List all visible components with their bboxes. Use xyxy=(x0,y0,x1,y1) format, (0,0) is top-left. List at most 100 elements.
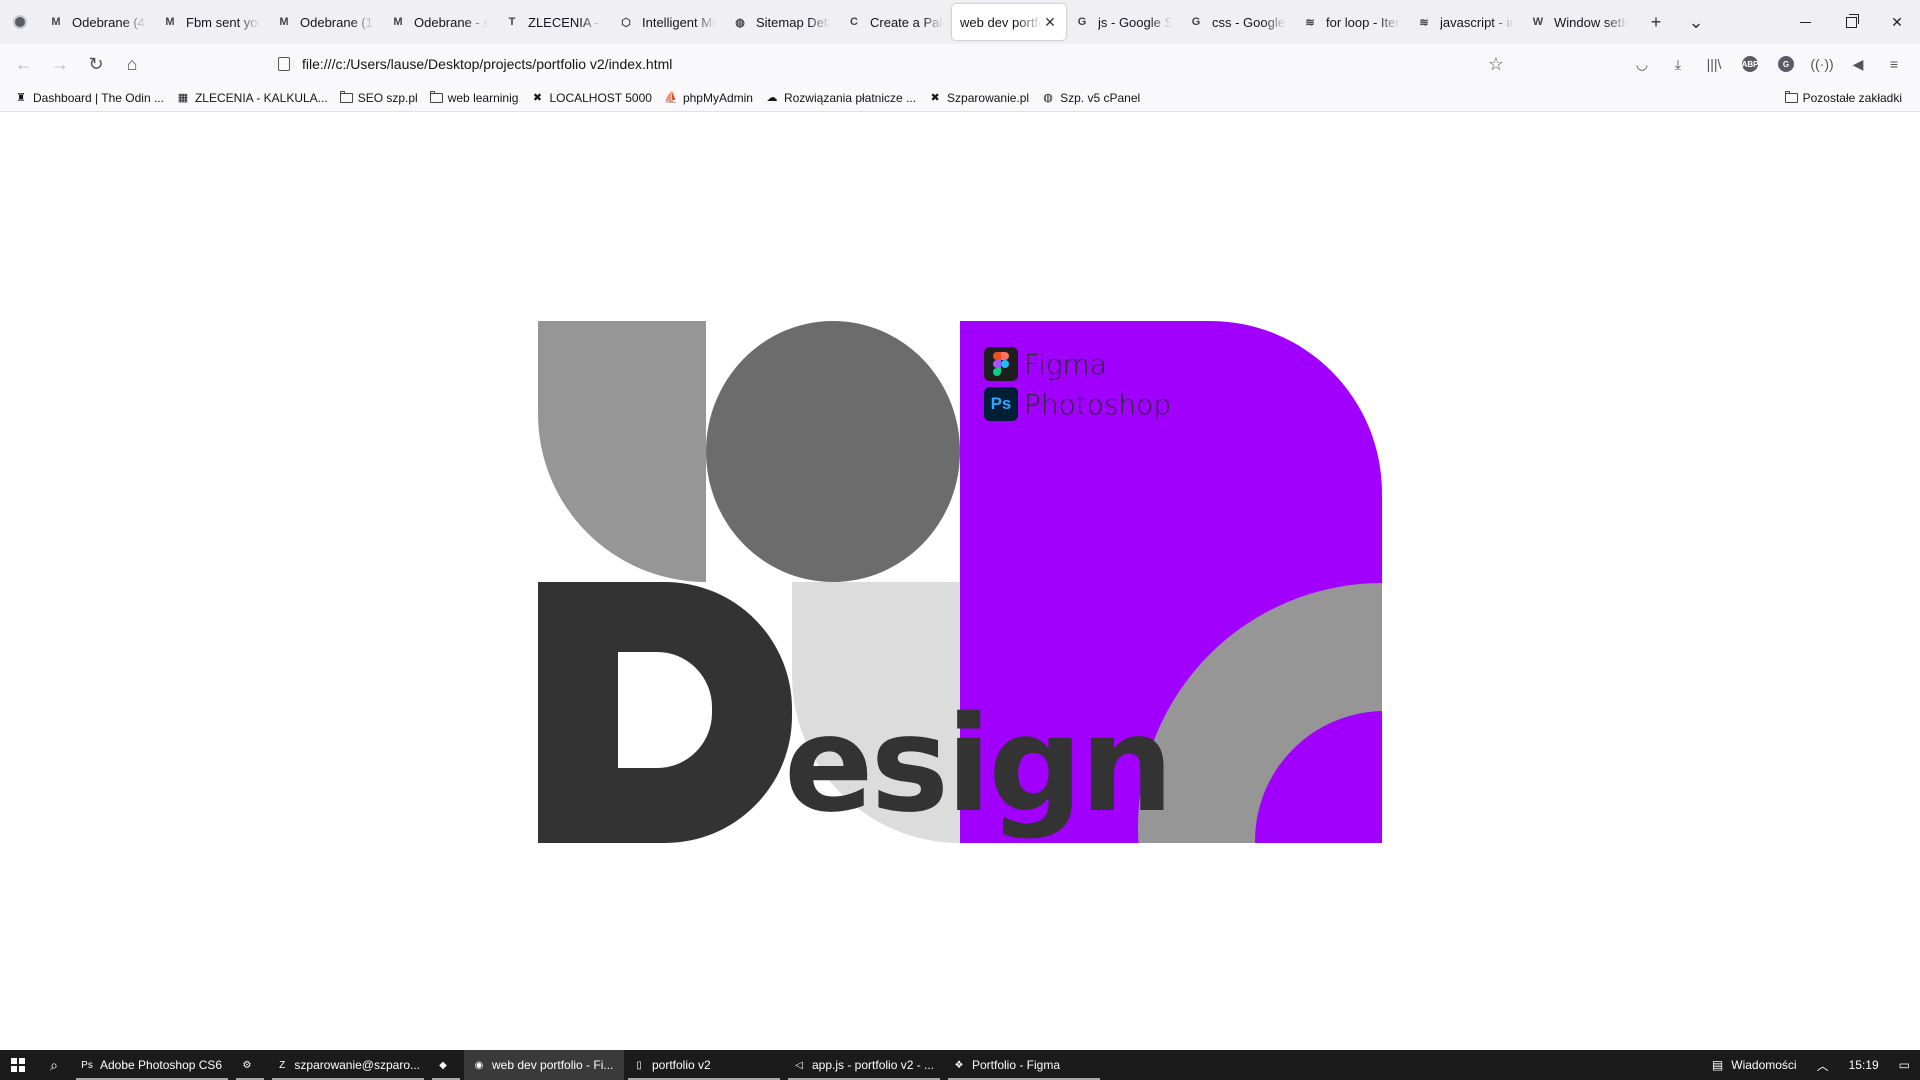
tab-favicon-icon: W xyxy=(1532,16,1544,28)
bookmark-star-button[interactable]: ☆ xyxy=(1478,54,1514,75)
tab[interactable]: ≋ for loop - Iter xyxy=(1294,4,1408,40)
tab[interactable]: ◍ Sitemap Deta xyxy=(724,4,838,40)
photoshop-icon: Ps xyxy=(81,1059,93,1071)
tab[interactable]: M Fbm sent you xyxy=(154,4,268,40)
close-window-button[interactable]: ✕ xyxy=(1874,0,1920,44)
pocket-button[interactable]: ◡ xyxy=(1624,46,1660,82)
tab[interactable]: ⬡ Intelligent Mo xyxy=(610,4,724,40)
app-menu-button[interactable]: ≡ xyxy=(1876,46,1912,82)
tab-title: Odebrane (4) xyxy=(72,14,146,30)
bookmark-item[interactable]: ✖ LOCALHOST 5000 xyxy=(524,86,658,110)
bookmark-label: Rozwiązania płatnicze ... xyxy=(783,90,917,105)
extensions-button[interactable]: ◀ xyxy=(1840,46,1876,82)
tool-label: Figma xyxy=(1024,347,1108,381)
tab-favicon-icon: M xyxy=(51,16,61,28)
search-button[interactable]: ⌕ xyxy=(36,1057,72,1074)
bookmark-item[interactable]: SEO szp.pl xyxy=(334,86,424,110)
home-button[interactable]: ⌂ xyxy=(114,46,150,82)
taskbar-item[interactable]: Ps Adobe Photoshop CS6 xyxy=(72,1050,232,1080)
tab[interactable]: ≋ javascript - in xyxy=(1408,4,1522,40)
taskbar-item-label: portfolio v2 xyxy=(652,1058,711,1072)
broadcast-icon: ((·)) xyxy=(1810,56,1834,72)
tab-favicon-icon: ≋ xyxy=(1419,16,1429,29)
filezilla-icon: Z xyxy=(279,1059,286,1071)
tab[interactable]: M Odebrane (15 xyxy=(268,4,382,40)
tab-strip: M Odebrane (4) M Fbm sent you M Odebrane (15 M… xyxy=(0,0,1920,44)
tab-favicon-icon: M xyxy=(393,16,403,28)
notifications-button[interactable]: ▭ xyxy=(1889,1058,1920,1072)
chevron-up-icon: ︿ xyxy=(1816,1058,1829,1073)
taskbar-item[interactable]: ▯ portfolio v2 xyxy=(624,1050,784,1080)
taskbar-item[interactable]: ◉ web dev portfolio - Fi... xyxy=(464,1050,624,1080)
bookmark-item[interactable]: web learninig xyxy=(424,86,525,110)
gray-circle-shape xyxy=(706,321,960,582)
tool-photoshop: Ps Photoshop xyxy=(984,384,1171,424)
cloud-icon: ☁ xyxy=(766,92,778,104)
bookmark-item[interactable]: ☁ Rozwiązania płatnicze ... xyxy=(759,86,922,110)
photoshop-icon: Ps xyxy=(984,387,1018,421)
taskbar-item-label: Adobe Photoshop CS6 xyxy=(100,1058,223,1072)
tab[interactable]: Gcss - Google S xyxy=(1180,4,1294,40)
tab-title: javascript - in xyxy=(1440,14,1514,30)
minimize-button[interactable] xyxy=(1782,0,1828,44)
taskbar-item[interactable]: Zszparowanie@szparo... xyxy=(268,1050,428,1080)
search-icon: ⌕ xyxy=(50,1056,58,1073)
notification-icon: ▭ xyxy=(1898,1058,1910,1072)
extension-button[interactable]: ((·)) xyxy=(1804,46,1840,82)
taskbar-item[interactable]: ◁ app.js - portfolio v2 - ... xyxy=(784,1050,944,1080)
list-all-tabs-button[interactable]: ⌄ xyxy=(1676,12,1716,33)
taskbar-item[interactable]: ❖ Portfolio - Figma xyxy=(944,1050,1104,1080)
bookmark-label: Dashboard | The Odin ... xyxy=(33,90,164,105)
clock[interactable]: 15:19 xyxy=(1839,1058,1889,1072)
bookmark-item[interactable]: ⛵ phpMyAdmin xyxy=(658,86,759,110)
tab-title: Sitemap Deta xyxy=(756,14,830,30)
grammarly-button[interactable]: G xyxy=(1768,46,1804,82)
url-text[interactable]: file:///c:/Users/lause/Desktop/projects/… xyxy=(302,56,1478,72)
restore-button[interactable] xyxy=(1828,0,1874,44)
start-button[interactable] xyxy=(0,1050,36,1080)
tray-overflow-button[interactable]: ︿ xyxy=(1807,1057,1839,1074)
tab-title: ZLECENIA - K xyxy=(528,14,602,30)
reload-button[interactable]: ↻ xyxy=(78,46,114,82)
brave-icon: ◆ xyxy=(439,1059,447,1071)
library-button[interactable]: |||\ xyxy=(1696,46,1732,82)
news-icon: ▤ xyxy=(1711,1058,1724,1072)
arrow-left-icon: ← xyxy=(15,53,33,74)
close-tab-button[interactable]: ✕ xyxy=(1042,14,1058,31)
url-bar[interactable]: file:///c:/Users/lause/Desktop/projects/… xyxy=(264,48,1514,80)
tab[interactable]: M Odebrane - s xyxy=(382,4,496,40)
tab[interactable]: C Create a Palet xyxy=(838,4,952,40)
other-bookmarks-label: Pozostałe zakładki xyxy=(1802,90,1902,105)
tab-title: for loop - Iter xyxy=(1326,14,1400,30)
reload-icon: ↻ xyxy=(88,53,104,74)
tab-favicon-icon: T xyxy=(508,16,516,28)
firefox-view-button[interactable] xyxy=(0,0,40,44)
new-tab-button[interactable]: + xyxy=(1636,12,1676,33)
downloads-button[interactable]: ⤓ xyxy=(1660,46,1696,82)
tab[interactable]: Gjs - Google Se xyxy=(1066,4,1180,40)
bookmark-item[interactable]: ◍ Szp. v5 cPanel xyxy=(1035,86,1146,110)
forward-button[interactable]: → xyxy=(42,46,78,82)
tab[interactable]: T ZLECENIA - K xyxy=(496,4,610,40)
vscode-icon: ◁ xyxy=(795,1059,803,1071)
close-icon: ✕ xyxy=(1891,13,1903,30)
adblock-button[interactable]: ABP xyxy=(1732,46,1768,82)
news-widget[interactable]: ▤ Wiadomości xyxy=(1702,1058,1807,1072)
bookmark-item[interactable]: ✖ Szparowanie.pl xyxy=(922,86,1035,110)
tab[interactable]: M Odebrane (4) xyxy=(40,4,154,40)
bookmark-label: SEO szp.pl xyxy=(357,90,418,105)
restore-icon xyxy=(1845,13,1859,28)
tab[interactable]: web dev portfo ✕ xyxy=(952,4,1066,40)
other-bookmarks[interactable]: Pozostałe zakładki xyxy=(1779,86,1908,110)
bookmark-item[interactable]: ▦ ZLECENIA - KALKULA... xyxy=(170,86,334,110)
taskbar-item[interactable]: ⚙ xyxy=(232,1050,268,1080)
navigation-toolbar: ← → ↻ ⌂ file:///c:/Users/lause/Desktop/p… xyxy=(0,44,1920,84)
back-button[interactable]: ← xyxy=(6,46,42,82)
tab-title: js - Google Se xyxy=(1098,14,1172,30)
bookmark-label: ZLECENIA - KALKULA... xyxy=(194,90,328,105)
taskbar-item[interactable]: ◆ xyxy=(428,1050,464,1080)
tab[interactable]: W Window setIn xyxy=(1522,4,1636,40)
bookmark-item[interactable]: ♜ Dashboard | The Odin ... xyxy=(8,86,170,110)
bookmark-label: LOCALHOST 5000 xyxy=(549,90,652,105)
tab-favicon-icon: ≋ xyxy=(1305,16,1315,29)
